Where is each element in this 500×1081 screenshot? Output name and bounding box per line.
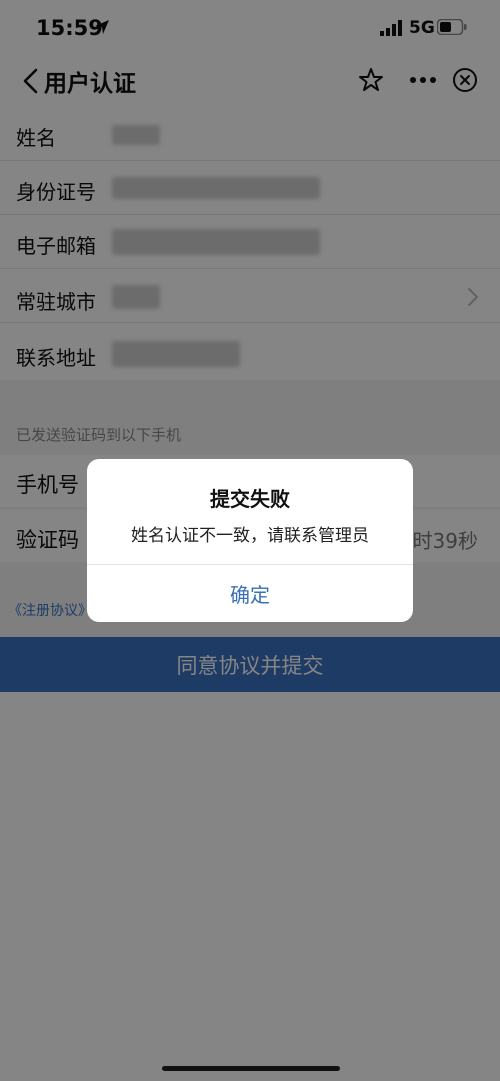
- home-indicator[interactable]: [162, 1066, 340, 1071]
- dialog-message: 姓名认证不一致，请联系管理员: [131, 526, 369, 546]
- dialog-title: 提交失败: [210, 487, 290, 511]
- error-dialog: 提交失败 姓名认证不一致，请联系管理员 确定: [87, 459, 413, 622]
- confirm-button[interactable]: 确定: [87, 565, 413, 622]
